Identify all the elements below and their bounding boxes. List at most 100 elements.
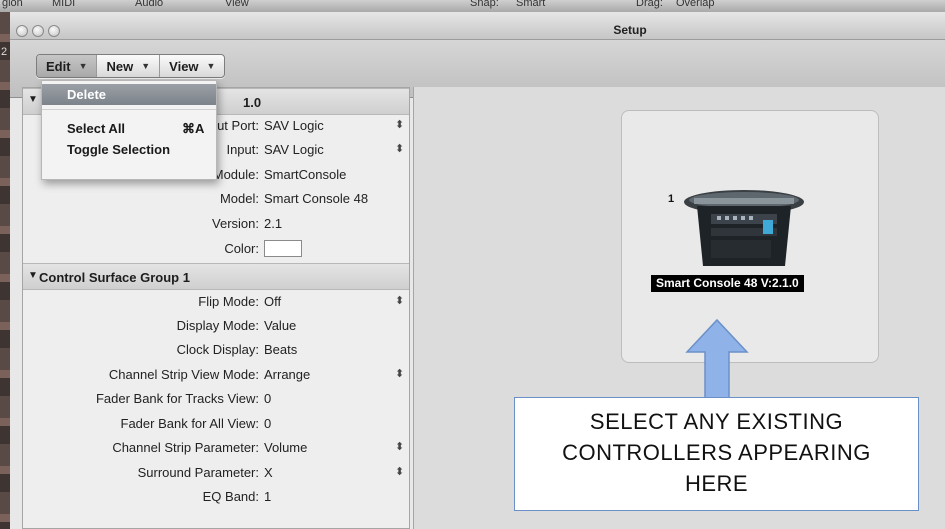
output-port-value[interactable]: SAV Logic xyxy=(264,118,324,133)
host-drag-value[interactable]: Overlap xyxy=(676,0,715,9)
control-surface-icon[interactable] xyxy=(679,180,809,270)
chevron-down-icon: ▼ xyxy=(78,61,88,71)
row-label: Color: xyxy=(224,241,259,256)
edit-dropdown-menu: Delete Select All ⌘A Toggle Selection xyxy=(41,80,217,180)
row-label: Fader Bank for Tracks View: xyxy=(95,391,259,406)
host-side-number: 2 xyxy=(1,46,8,58)
host-menu-midi[interactable]: MIDI xyxy=(52,0,75,9)
stepper-icon[interactable]: ⬍ xyxy=(395,294,404,307)
disclosure-triangle-icon[interactable]: ▼ xyxy=(28,94,38,105)
new-menu-button[interactable]: New ▼ xyxy=(97,55,161,77)
callout-line: SELECT ANY EXISTING xyxy=(589,409,844,434)
stepper-icon[interactable]: ⬍ xyxy=(395,367,404,380)
device-number: 1 xyxy=(668,193,675,205)
input-port-value[interactable]: SAV Logic xyxy=(264,142,324,157)
channel-strip-parameter-value[interactable]: Volume xyxy=(264,440,307,455)
edit-menu-button[interactable]: Edit ▼ xyxy=(37,55,98,77)
inspector-row: Model: Smart Console 48 xyxy=(23,188,409,210)
host-menu-view[interactable]: View xyxy=(225,0,249,9)
row-label: Module: xyxy=(212,167,259,182)
close-button[interactable] xyxy=(16,25,28,37)
surround-parameter-value[interactable]: X xyxy=(264,465,273,480)
menu-item-delete[interactable]: Delete xyxy=(42,84,216,105)
eq-band-value[interactable]: 1 xyxy=(264,489,271,504)
view-menu-button[interactable]: View ▼ xyxy=(160,55,224,77)
title-bar[interactable]: Setup xyxy=(10,12,945,40)
control-surface-group-header[interactable]: ▼ Control Surface Group 1 xyxy=(23,263,409,290)
group-header-label: Control Surface Group 1 xyxy=(39,270,190,285)
new-menu-label: New xyxy=(106,58,134,74)
arrow-up-icon xyxy=(685,318,749,401)
row-label: Channel Strip View Mode: xyxy=(108,367,259,382)
callout-text: SELECT ANY EXISTING CONTROLLERS APPEARIN… xyxy=(515,406,918,499)
host-drag-label: Drag: xyxy=(636,0,663,9)
inspector-row: Display Mode: Value xyxy=(23,315,409,337)
host-track-strip: 2 xyxy=(0,12,10,529)
row-label: ut Port: xyxy=(217,118,259,133)
module-value: SmartConsole xyxy=(264,167,347,182)
stepper-icon[interactable]: ⬍ xyxy=(395,142,404,155)
zoom-button[interactable] xyxy=(48,25,60,37)
inspector-row: Fader Bank for Tracks View: 0 xyxy=(23,388,409,410)
model-value: Smart Console 48 xyxy=(264,191,369,206)
row-label: Surround Parameter: xyxy=(137,465,259,480)
menu-item-label: Delete xyxy=(67,87,107,102)
window-title: Setup xyxy=(613,23,647,37)
menu-separator xyxy=(42,109,216,110)
callout-line: CONTROLLERS APPEARING xyxy=(562,440,871,465)
display-mode-value[interactable]: Value xyxy=(264,318,296,333)
row-label: Fader Bank for All View: xyxy=(120,416,260,431)
menu-item-label: Select All xyxy=(67,121,126,136)
menu-item-label: Toggle Selection xyxy=(67,142,171,157)
view-menu-label: View xyxy=(169,58,199,74)
host-snap-label: Snap: xyxy=(470,0,499,9)
screen: gion MIDI Audio View Snap: Smart Drag: O… xyxy=(0,0,945,529)
instruction-callout: SELECT ANY EXISTING CONTROLLERS APPEARIN… xyxy=(514,397,919,511)
host-snap-value[interactable]: Smart xyxy=(516,0,545,9)
menu-item-select-all[interactable]: Select All ⌘A xyxy=(42,118,216,139)
color-well[interactable] xyxy=(264,240,302,257)
inspector-row: EQ Band: 1 xyxy=(23,486,409,508)
row-label: Flip Mode: xyxy=(198,294,259,309)
inspector-row: Color: xyxy=(23,238,409,260)
row-label: EQ Band: xyxy=(202,489,259,504)
chevron-down-icon: ▼ xyxy=(141,61,151,71)
host-menu-audio[interactable]: Audio xyxy=(135,0,163,9)
row-label: Display Mode: xyxy=(176,318,259,333)
device-canvas[interactable]: 1 Smart Console 48 V:2.1.0 SELECT ANY EX… xyxy=(413,87,945,529)
flip-mode-value[interactable]: Off xyxy=(264,294,281,309)
inspector-row: Version: 2.1 xyxy=(23,213,409,235)
toolbar-menu-group: Edit ▼ New ▼ View ▼ xyxy=(36,54,226,78)
channel-strip-view-mode-value[interactable]: Arrange xyxy=(264,367,310,382)
callout-line: HERE xyxy=(684,471,749,496)
inspector-row: Clock Display: Beats xyxy=(23,339,409,361)
stepper-icon[interactable]: ⬍ xyxy=(395,118,404,131)
row-label: Input: xyxy=(226,142,259,157)
inspector-row: Flip Mode: Off ⬍ xyxy=(23,291,409,313)
stepper-icon[interactable]: ⬍ xyxy=(395,440,404,453)
fader-bank-tracks-value[interactable]: 0 xyxy=(264,391,271,406)
row-label: Channel Strip Parameter: xyxy=(112,440,259,455)
inspector-row: Surround Parameter: X ⬍ xyxy=(23,462,409,484)
clock-display-value[interactable]: Beats xyxy=(264,342,297,357)
row-label: Clock Display: xyxy=(176,342,259,357)
device-header-version: 1.0 xyxy=(243,95,262,110)
inspector-row: Channel Strip Parameter: Volume ⬍ xyxy=(23,437,409,459)
minimize-button[interactable] xyxy=(32,25,44,37)
menu-item-toggle-selection[interactable]: Toggle Selection xyxy=(42,139,216,160)
version-value: 2.1 xyxy=(264,216,283,231)
inspector-row: Fader Bank for All View: 0 xyxy=(23,413,409,435)
stepper-icon[interactable]: ⬍ xyxy=(395,465,404,478)
host-menu-fragment[interactable]: gion xyxy=(2,0,23,9)
chevron-down-icon: ▼ xyxy=(206,61,216,71)
disclosure-triangle-icon[interactable]: ▼ xyxy=(28,270,38,281)
fader-bank-all-value[interactable]: 0 xyxy=(264,416,271,431)
inspector-row: Channel Strip View Mode: Arrange ⬍ xyxy=(23,364,409,386)
menu-item-shortcut: ⌘A xyxy=(182,121,205,136)
row-label: Version: xyxy=(212,216,259,231)
host-menu-bar: gion MIDI Audio View Snap: Smart Drag: O… xyxy=(0,0,945,12)
setup-window: Setup Edit ▼ New ▼ View ▼ ▼ 1.0 ut Port:… xyxy=(10,12,945,529)
edit-menu-label: Edit xyxy=(46,58,71,74)
row-label: Model: xyxy=(219,191,259,206)
device-label: Smart Console 48 V:2.1.0 xyxy=(651,275,804,292)
